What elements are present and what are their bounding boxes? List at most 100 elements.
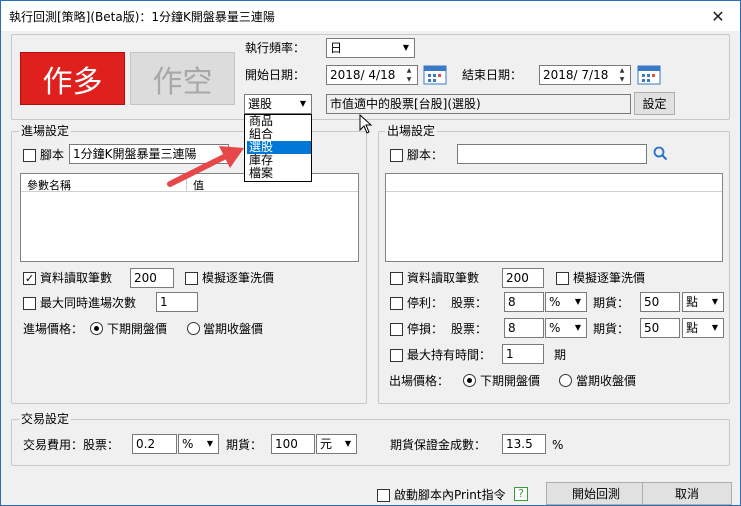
short-button[interactable]: 作空 [130, 52, 235, 105]
entry-read-bars-checkbox[interactable]: ✓ [23, 272, 36, 285]
long-button-label: 作多 [42, 64, 103, 100]
exit-price-label: 出場價格： [389, 374, 450, 388]
source-select[interactable]: 選股 ▼ [244, 94, 312, 114]
backtest-dialog: 執行回測[策略](Beta版)：1分鐘K開盤暴量三連陽 ✕ 作多 作空 執行頻率… [0, 0, 741, 506]
max-entries-field[interactable]: 1 [156, 292, 198, 312]
entry-read-bars-value: 200 [134, 271, 157, 285]
max-hold-value: 1 [506, 347, 514, 361]
annotation-arrow-icon [167, 146, 244, 187]
settings-button-label: 設定 [642, 97, 667, 111]
entry-read-bars-field[interactable]: 200 [130, 268, 174, 288]
entry-script-label: 腳本 [40, 148, 65, 162]
dropdown-options: 商品 組合 選股 庫存 檔案 [245, 115, 311, 180]
exit-price-opt1: 下期開盤價 [480, 374, 541, 388]
entry-price-radio-close[interactable] [187, 322, 200, 335]
calendar-icon[interactable] [637, 63, 661, 85]
stop-loss-stock-field[interactable]: 8 [504, 318, 544, 338]
take-profit-stock-value: 8 [508, 295, 516, 309]
stop-loss-label: 停損： [407, 322, 444, 336]
fee-stock-unit-value: % [182, 437, 194, 451]
print-checkbox[interactable] [377, 489, 390, 502]
freq-label: 執行頻率： [245, 41, 306, 55]
exit-price-radio-next-open[interactable] [463, 374, 476, 387]
fee-stock-field[interactable]: 0.2 [132, 434, 177, 454]
long-button[interactable]: 作多 [20, 52, 125, 105]
date-spinner-icon[interactable]: ▲ ▼ [615, 66, 629, 84]
take-profit-stock-field[interactable]: 8 [504, 292, 544, 312]
exit-read-bars-checkbox[interactable] [390, 272, 403, 285]
stop-loss-future-unit-value: 點 [686, 321, 699, 335]
stop-loss-future-unit[interactable]: 點 ▼ [682, 318, 724, 338]
take-profit-future-value: 50 [644, 295, 660, 309]
end-date-value: 2018/ 7/18 [543, 68, 609, 82]
max-entries-value: 1 [160, 295, 168, 309]
max-entries-checkbox[interactable] [23, 297, 36, 310]
entry-read-bars-label: 資料讀取筆數 [40, 271, 113, 285]
source-dropdown-list[interactable]: 商品 組合 選股 庫存 檔案 [244, 114, 312, 182]
stop-loss-future-label: 期貨： [593, 322, 630, 336]
chevron-down-icon: ▼ [344, 439, 352, 448]
entry-price-label: 進場價格： [23, 322, 84, 336]
stop-loss-stock-unit-value: % [549, 321, 561, 335]
entry-script-checkbox[interactable] [23, 149, 36, 162]
source-description-text: 市值適中的股票[台股](選股) [330, 97, 481, 111]
help-icon[interactable]: ? [514, 487, 528, 501]
entry-price-radio-next-open[interactable] [90, 322, 103, 335]
take-profit-future-unit[interactable]: 點 ▼ [682, 292, 724, 312]
take-profit-checkbox[interactable] [390, 297, 403, 310]
search-icon[interactable] [653, 146, 668, 161]
cancel-button[interactable]: 取消 [642, 482, 732, 505]
exit-read-bars-field[interactable]: 200 [502, 268, 544, 288]
dropdown-option[interactable]: 檔案 [247, 167, 311, 180]
fee-stock-value: 0.2 [136, 437, 156, 451]
stop-loss-checkbox[interactable] [390, 323, 403, 336]
max-hold-field[interactable]: 1 [502, 344, 544, 364]
title-bar[interactable]: 執行回測[策略](Beta版)：1分鐘K開盤暴量三連陽 ✕ [1, 1, 740, 31]
start-backtest-button[interactable]: 開始回測 [546, 482, 646, 505]
exit-read-bars-value: 200 [506, 271, 529, 285]
take-profit-stock-unit[interactable]: % ▼ [545, 292, 587, 312]
chevron-down-icon: ▼ [711, 297, 719, 306]
take-profit-future-field[interactable]: 50 [640, 292, 680, 312]
max-hold-label: 最大持有時間： [407, 348, 492, 362]
take-profit-stock-unit-value: % [549, 295, 561, 309]
source-value: 選股 [248, 97, 273, 111]
start-date-field[interactable]: 2018/ 4/18 ▲ ▼ [326, 65, 418, 85]
date-spinner-icon[interactable]: ▲ ▼ [402, 66, 416, 84]
trade-group-title: 交易設定 [19, 412, 72, 426]
calendar-icon[interactable] [423, 63, 447, 85]
settings-button[interactable]: 設定 [634, 92, 675, 115]
stop-loss-stock-unit[interactable]: % ▼ [545, 318, 587, 338]
source-description: 市值適中的股票[台股](選股) [326, 94, 631, 114]
start-date-label: 開始日期： [245, 68, 306, 82]
freq-select[interactable]: 日 ▼ [326, 38, 415, 58]
entry-group-title: 進場設定 [19, 124, 72, 138]
entry-simulate-checkbox[interactable] [185, 272, 198, 285]
short-button-label: 作空 [152, 64, 213, 100]
fee-future-field[interactable]: 100 [271, 434, 315, 454]
margin-value: 13.5 [506, 437, 533, 451]
exit-script-field[interactable] [457, 144, 647, 164]
exit-script-checkbox[interactable] [390, 149, 403, 162]
take-profit-label: 停利： [407, 296, 444, 310]
stop-loss-stock-value: 8 [508, 321, 516, 335]
stop-loss-future-field[interactable]: 50 [640, 318, 680, 338]
start-date-value: 2018/ 4/18 [330, 68, 396, 82]
exit-price-radio-close[interactable] [559, 374, 572, 387]
chevron-down-icon: ▼ [206, 439, 214, 448]
entry-price-opt1: 下期開盤價 [107, 322, 168, 336]
end-date-field[interactable]: 2018/ 7/18 ▲ ▼ [539, 65, 631, 85]
fee-stock-unit[interactable]: % ▼ [178, 434, 219, 454]
fee-label: 交易費用：股票： [23, 438, 120, 452]
exit-params-table[interactable] [385, 173, 723, 262]
start-backtest-label: 開始回測 [571, 487, 620, 501]
margin-field[interactable]: 13.5 [502, 434, 546, 454]
max-hold-checkbox[interactable] [390, 349, 403, 362]
close-icon[interactable]: ✕ [696, 1, 740, 31]
window-title: 執行回測[策略](Beta版)：1分鐘K開盤暴量三連陽 [9, 10, 275, 24]
fee-future-unit[interactable]: 元 ▼ [316, 434, 357, 454]
chevron-down-icon: ▼ [711, 323, 719, 332]
exit-read-bars-label: 資料讀取筆數 [407, 271, 480, 285]
fee-future-label: 期貨： [226, 438, 263, 452]
exit-simulate-checkbox[interactable] [556, 272, 569, 285]
